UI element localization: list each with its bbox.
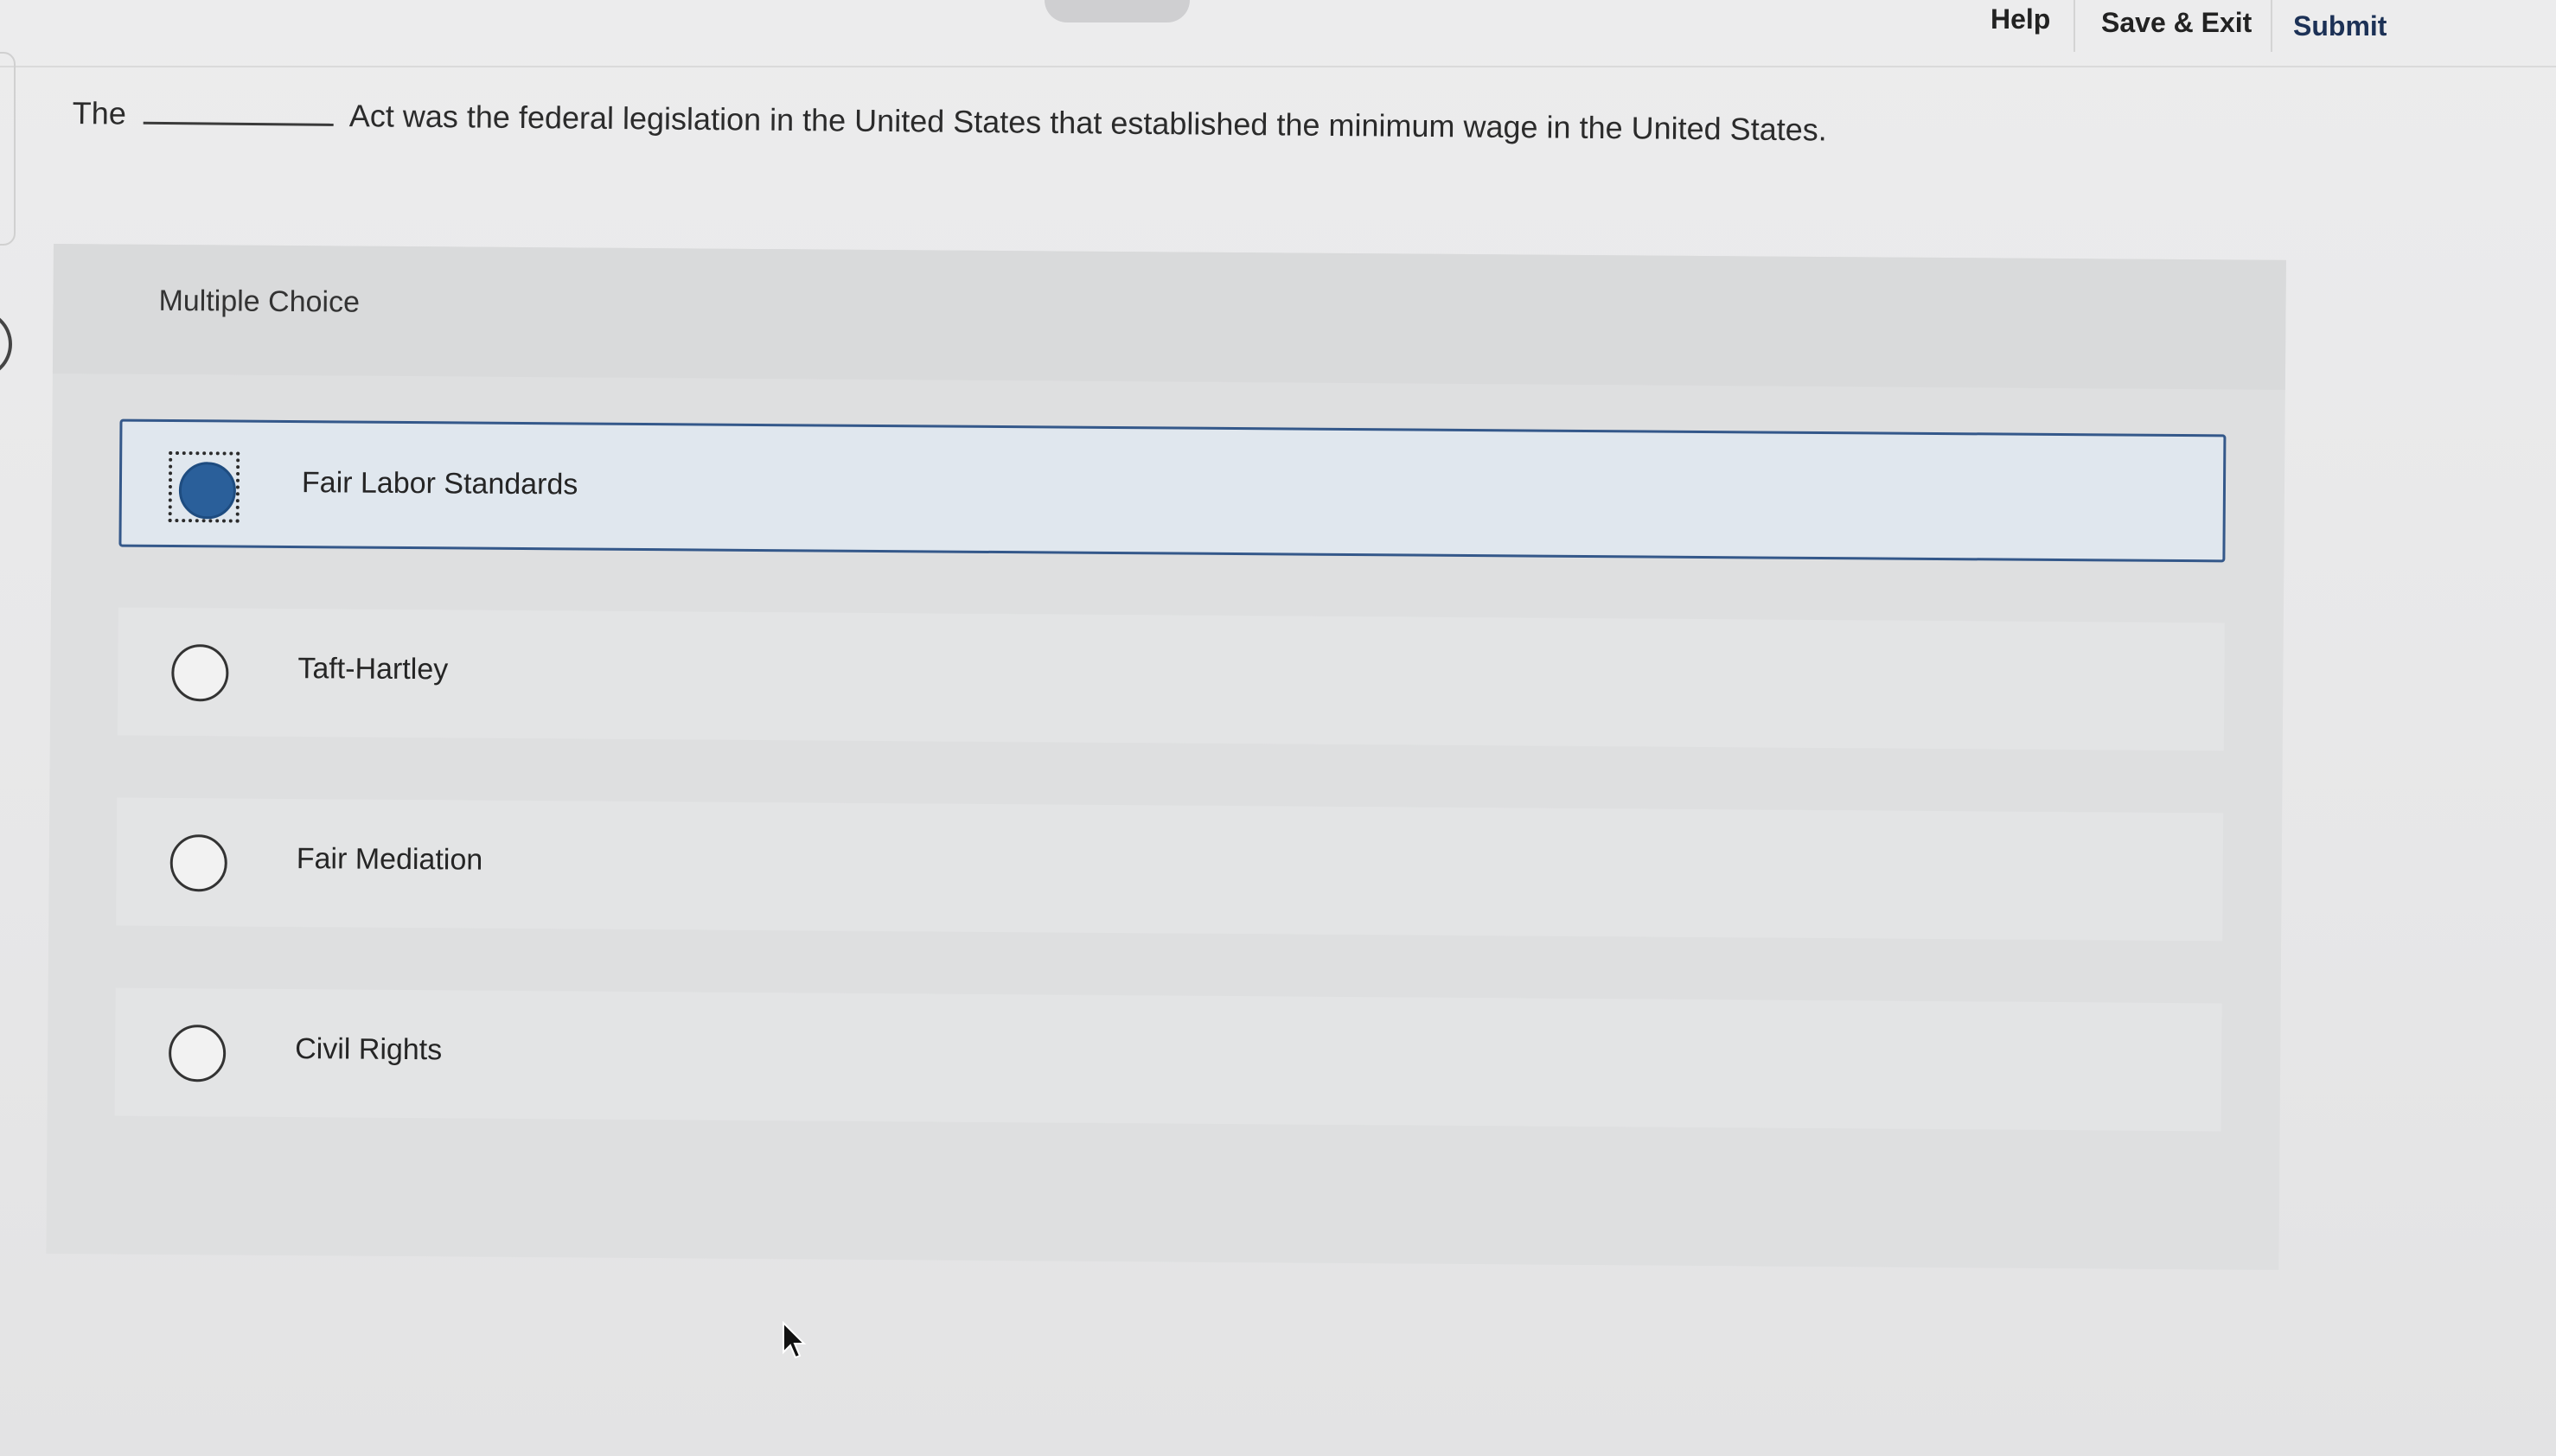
saved-indicator	[1045, 0, 1190, 22]
radio-selected-icon[interactable]	[178, 462, 237, 520]
answer-option-fair-mediation[interactable]: Fair Mediation	[116, 797, 2224, 942]
question-blank	[143, 104, 334, 126]
save-exit-button[interactable]: Save & Exit	[2101, 7, 2252, 39]
answer-option-label: Taft-Hartley	[297, 652, 449, 686]
answer-option-fair-labor-standards[interactable]: Fair Labor Standards	[118, 418, 2227, 563]
radio-focus-ring	[168, 450, 240, 523]
submit-button[interactable]: Submit	[2293, 10, 2387, 42]
question-prefix: The	[72, 95, 127, 131]
radio-wrapper	[162, 1018, 233, 1089]
question-text: The Act was the federal legislation in t…	[73, 95, 2061, 150]
toolbar-divider	[2074, 0, 2075, 52]
radio-empty-icon[interactable]	[169, 834, 227, 892]
answer-option-civil-rights[interactable]: Civil Rights	[114, 987, 2222, 1132]
quiz-page: Help Save & Exit Submit The Act was the …	[0, 0, 2556, 1456]
left-nav-arrow-icon[interactable]	[0, 310, 12, 379]
radio-wrapper	[164, 637, 236, 709]
toolbar-divider	[2271, 0, 2272, 52]
mouse-pointer-icon	[783, 1321, 807, 1359]
answer-option-label: Civil Rights	[295, 1032, 443, 1067]
multiple-choice-panel: Multiple Choice Fair Labor Standards Taf…	[46, 244, 2286, 1270]
radio-empty-icon[interactable]	[168, 1025, 227, 1082]
multiple-choice-header: Multiple Choice	[52, 244, 2286, 390]
question-suffix: Act was the federal legislation in the U…	[348, 98, 1827, 148]
top-toolbar: Help Save & Exit Submit	[0, 0, 2556, 67]
help-button[interactable]: Help	[1990, 3, 2050, 35]
radio-wrapper	[163, 827, 234, 899]
left-side-panel	[0, 52, 16, 246]
answer-option-label: Fair Mediation	[296, 842, 483, 877]
answer-option-taft-hartley[interactable]: Taft-Hartley	[117, 607, 2225, 751]
answer-option-label: Fair Labor Standards	[301, 466, 578, 501]
multiple-choice-title: Multiple Choice	[158, 284, 361, 319]
radio-empty-icon[interactable]	[171, 644, 229, 702]
